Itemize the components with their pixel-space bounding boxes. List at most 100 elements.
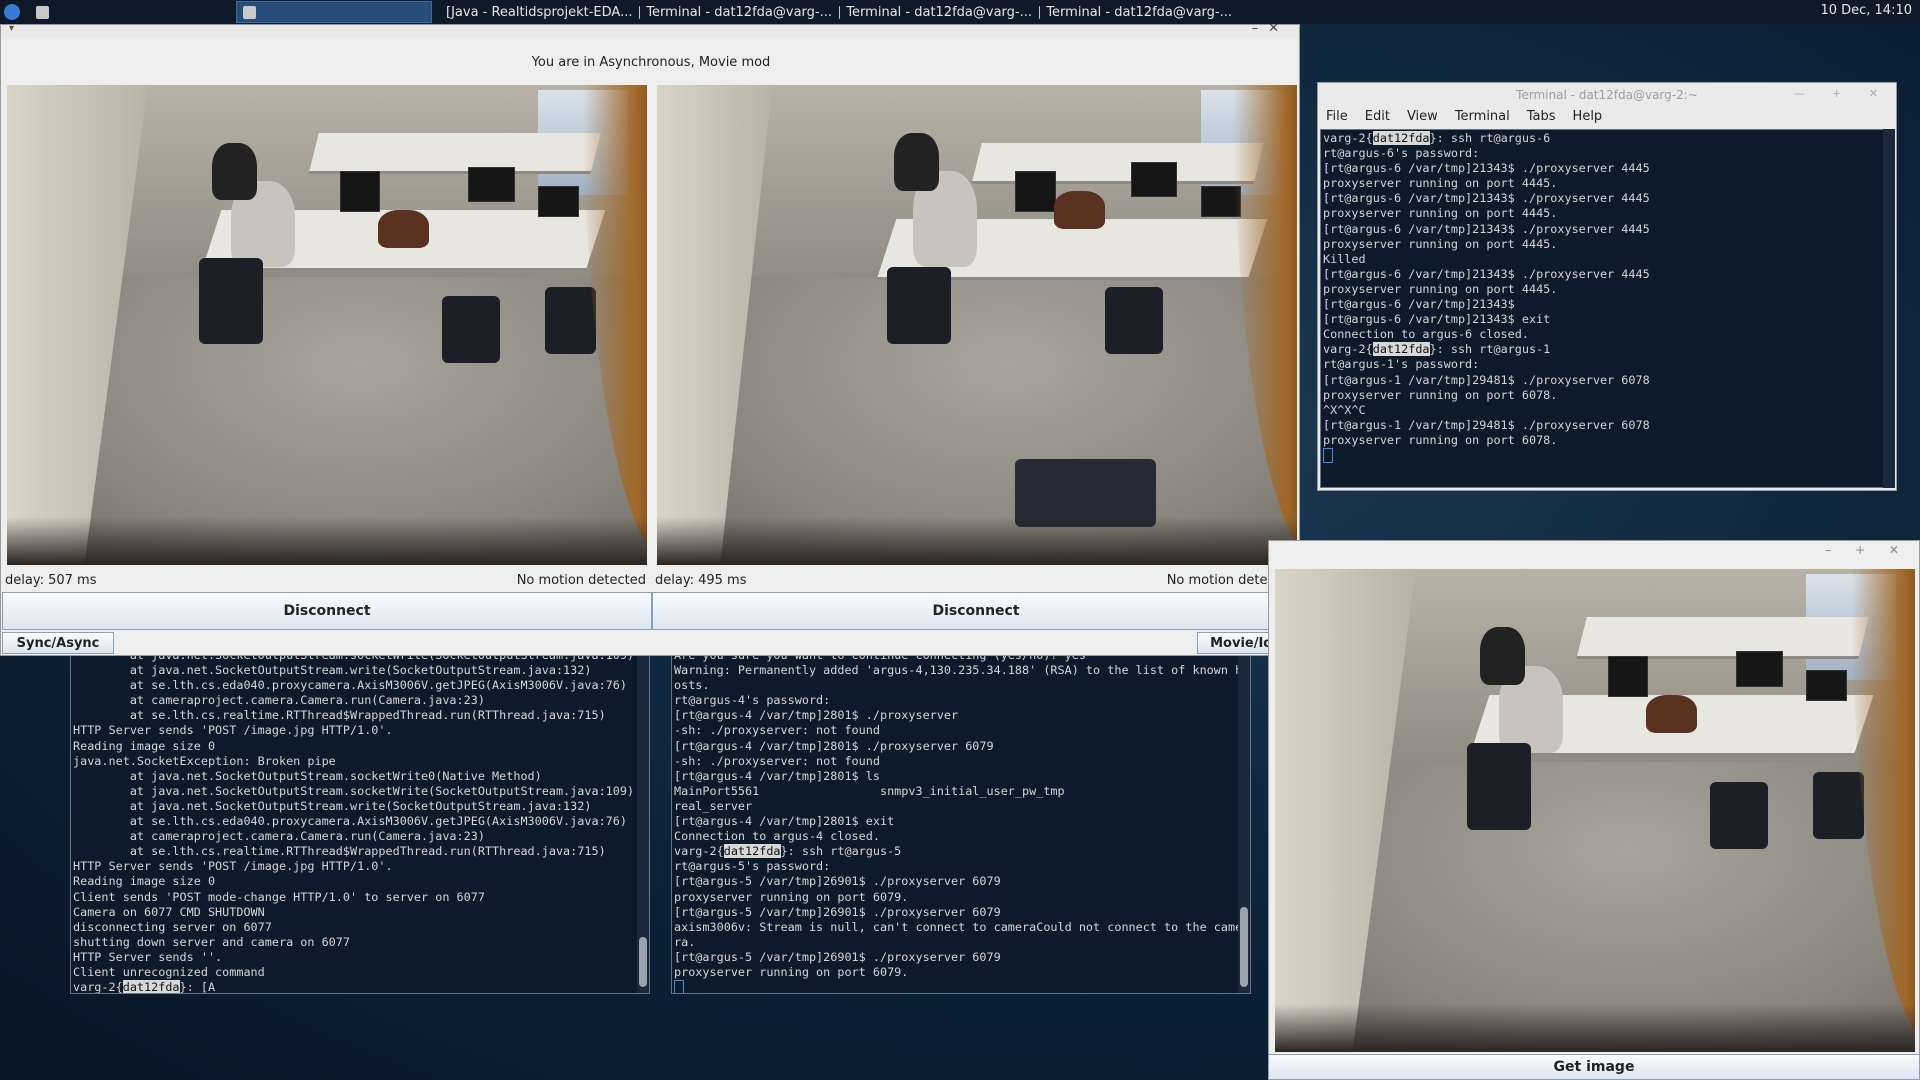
terminal-line: [rt@argus-6 /var/tmp]21343$ ./proxyserve… (1323, 221, 1650, 236)
java-icon (243, 5, 256, 19)
taskbar-item-terminal-1[interactable]: Terminal - dat12fda@varg-... (639, 1, 832, 23)
window-titlebar: ▾ –✕ (1, 21, 1299, 39)
window-controls[interactable]: –✕ (1252, 21, 1289, 36)
scrollbar[interactable] (1238, 647, 1250, 993)
terminal-output[interactable]: varg-2{dat12fda}: ssh rt@argus-6 rt@argus… (1320, 129, 1885, 488)
taskbar-item-eclipse[interactable]: [Java - Realtidsprojekt-EDA... (440, 1, 632, 23)
terminal-line: [rt@argus-6 /var/tmp]21343$ ./proxyserve… (1323, 191, 1650, 206)
camera-2-motion-status: No motion detected (1166, 573, 1296, 588)
get-image-button[interactable]: Get image (1268, 1054, 1920, 1080)
terminal-window-main[interactable]: Terminal - dat12fda@varg-2:~ — + ✕ File … (1317, 82, 1897, 491)
terminal-line: [rt@argus-6 /var/tmp]21343$ ./proxyserve… (1323, 161, 1650, 176)
terminal-line: proxyserver running on port 4445. (1323, 236, 1558, 251)
scrollbar[interactable] (1883, 129, 1895, 488)
terminal-line: varg-2{dat12fda}: ssh rt@argus-6 (1323, 131, 1551, 145)
sync-async-button[interactable]: Sync/Async (2, 632, 114, 654)
camera-1-motion-status: No motion detected (516, 573, 646, 588)
window-menu-icon[interactable]: ▾ (9, 23, 14, 34)
terminal-line: Reading image size 0 (73, 874, 216, 889)
terminal-line: proxyserver running on port 4445. (1323, 281, 1558, 296)
mode-label: You are in Asynchronous, Movie mod (531, 55, 771, 70)
menu-tabs[interactable]: Tabs (1527, 107, 1556, 127)
terminal-line: rt@argus-4's password: (674, 693, 831, 708)
terminal-line: [rt@argus-4 /var/tmp]2801$ exit (674, 814, 895, 829)
terminal-line: proxyserver running on port 6079. (674, 964, 909, 979)
show-desktop-icon (36, 5, 49, 19)
terminal-line: proxyserver running on port 6078. (1323, 387, 1558, 402)
terminal-line: at cameraproject.camera.Camera.run(Camer… (73, 829, 485, 844)
terminal-cursor (1323, 447, 1333, 463)
terminal-line: [rt@argus-6 /var/tmp]21343$ ./proxyserve… (1323, 266, 1650, 281)
terminal-line: [rt@argus-1 /var/tmp]29481$ ./proxyserve… (1323, 372, 1650, 387)
terminal-line: [rt@argus-6 /var/tmp]21343$ exit (1323, 312, 1551, 327)
clock[interactable]: 10 Dec, 14:10 (1820, 3, 1912, 18)
terminal-line: osts. (674, 678, 710, 693)
terminal-line: [rt@argus-5 /var/tmp]26901$ ./proxyserve… (674, 904, 1001, 919)
app-menu-icon (4, 4, 20, 20)
terminal-line: at cameraproject.camera.Camera.run(Camer… (73, 693, 485, 708)
terminal-cursor (674, 980, 684, 993)
terminal-line: at se.lth.cs.realtime.RTThread$WrappedTh… (73, 708, 606, 723)
terminal-line: [rt@argus-4 /var/tmp]2801$ ./proxyserver (674, 708, 959, 723)
taskbar-item-terminal-3[interactable]: Terminal - dat12fda@varg-... (1039, 1, 1232, 23)
terminal-line: varg-2{dat12fda}: [A (73, 980, 216, 994)
terminal-line: at java.net.SocketOutputStream.write(Soc… (73, 663, 592, 678)
terminal-line: Connection to argus-6 closed. (1323, 327, 1529, 342)
terminal-line: at se.lth.cs.realtime.RTThread$WrappedTh… (73, 844, 606, 859)
camera-1-delay: delay: 507 ms (5, 573, 97, 588)
terminal-line: at java.net.SocketOutputStream.socketWri… (73, 768, 542, 783)
camera-1-disconnect-button[interactable]: Disconnect (2, 592, 652, 630)
terminal-line: Client unrecognized command (73, 964, 265, 979)
window-controls[interactable]: – + ✕ (1825, 543, 1909, 557)
taskbar-item-camera-app[interactable] (236, 1, 432, 23)
terminal-line: disconnecting server on 6077 (73, 919, 272, 934)
terminal-line: HTTP Server sends ''. (73, 949, 223, 964)
terminal-line: Client sends 'POST mode-change HTTP/1.0'… (73, 889, 485, 904)
terminal-line: at se.lth.cs.eda040.proxycamera.AxisM300… (73, 814, 627, 829)
terminal-line: HTTP Server sends 'POST /image.jpg HTTP/… (73, 859, 393, 874)
terminal-lines: varg-2{dat12fda}: ssh rt@argus-6 rt@argus… (1321, 130, 1884, 464)
menu-view[interactable]: View (1407, 107, 1438, 127)
camera-2-disconnect-button[interactable]: Disconnect (652, 592, 1300, 630)
app-menu-button[interactable] (4, 1, 22, 23)
terminal-line: varg-2{dat12fda}: ssh rt@argus-5 (674, 844, 902, 859)
menu-bar: File Edit View Terminal Tabs Help (1318, 107, 1896, 127)
terminal-line: [rt@argus-4 /var/tmp]2801$ ./proxyserver… (674, 738, 994, 753)
camera-2-delay: delay: 495 ms (655, 573, 747, 588)
terminal-line: MainPort5561 snmpv3_initial_user_pw_tmp (674, 783, 1065, 798)
terminal-line: shutting down server and camera on 6077 (73, 934, 350, 949)
terminal-line: axism3006v: Stream is null, can't connec… (674, 919, 1243, 934)
window-controls[interactable]: — + ✕ (1794, 87, 1890, 100)
terminal-line: -sh: ./proxyserver: not found (674, 753, 880, 768)
menu-terminal[interactable]: Terminal (1455, 107, 1510, 127)
terminal-line: at se.lth.cs.eda040.proxycamera.AxisM300… (73, 678, 627, 693)
taskbar-item-terminal-2[interactable]: Terminal - dat12fda@varg-... (839, 1, 1032, 23)
terminal-line: proxyserver running on port 6079. (674, 889, 909, 904)
terminal-lines: at java.net.SocketOutputStream.socketWri… (71, 647, 649, 994)
terminal-line: rt@argus-6's password: (1323, 146, 1480, 161)
terminal-line: [rt@argus-1 /var/tmp]29481$ ./proxyserve… (1323, 417, 1650, 432)
terminal-line: proxyserver running on port 4445. (1323, 206, 1558, 221)
terminal-line: proxyserver running on port 4445. (1323, 176, 1558, 191)
menu-help[interactable]: Help (1573, 107, 1603, 127)
terminal-line: at java.net.SocketOutputStream.socketWri… (73, 783, 635, 798)
show-desktop-button[interactable] (36, 1, 54, 23)
terminal-icon (839, 5, 841, 19)
terminal-line: ^X^X^C (1323, 402, 1366, 417)
terminal-window-left[interactable]: at java.net.SocketOutputStream.socketWri… (70, 646, 650, 994)
terminal-line: Connection to argus-4 closed. (674, 829, 880, 844)
camera-window-2: – + ✕ (1268, 540, 1920, 1080)
terminal-icon (1039, 5, 1041, 19)
camera-1-image (7, 85, 647, 565)
menu-edit[interactable]: Edit (1365, 107, 1390, 127)
terminal-window-middle[interactable]: Are you sure you want to continue connec… (671, 646, 1251, 994)
menu-file[interactable]: File (1326, 107, 1348, 127)
scrollbar[interactable] (637, 647, 649, 993)
terminal-line: [rt@argus-5 /var/tmp]26901$ ./proxyserve… (674, 949, 1001, 964)
terminal-line: [rt@argus-5 /var/tmp]26901$ ./proxyserve… (674, 874, 1001, 889)
terminal-line: HTTP Server sends 'POST /image.jpg HTTP/… (73, 723, 393, 738)
terminal-line: rt@argus-5's password: (674, 859, 831, 874)
terminal-line: [rt@argus-6 /var/tmp]21343$ (1323, 297, 1515, 312)
terminal-line: real_server (674, 798, 753, 813)
terminal-line: Killed (1323, 251, 1366, 266)
